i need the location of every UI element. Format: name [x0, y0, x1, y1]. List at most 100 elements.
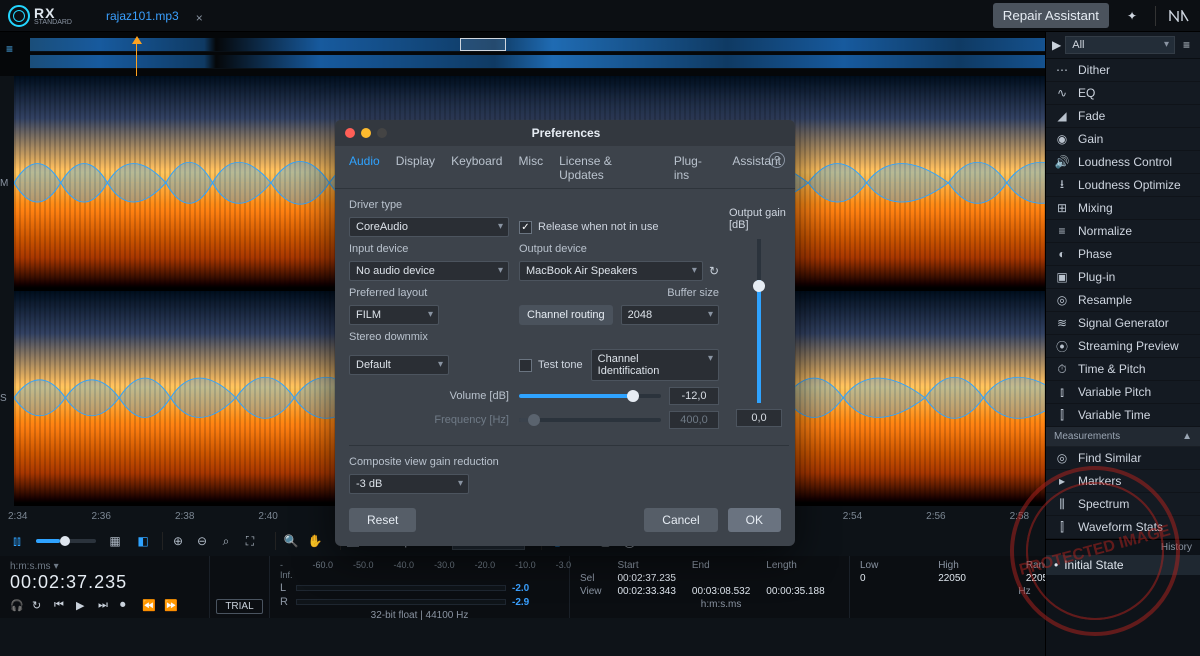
hand-tool-icon[interactable]: ✋	[306, 532, 324, 550]
measurements-list: ◎Find Similar▸Markers⫼Spectrum⫿Waveform …	[1046, 447, 1200, 539]
output-gain-value[interactable]: 0,0	[736, 409, 782, 427]
zoom-tool-icon[interactable]: 🔍	[282, 532, 300, 550]
input-device-select[interactable]: No audio device	[349, 261, 509, 281]
meter-r	[296, 599, 506, 605]
waveform-mode-icon[interactable]: ⫾⫾	[8, 532, 26, 550]
prefs-tab-keyboard[interactable]: Keyboard	[451, 154, 502, 188]
volume-label: Volume [dB]	[349, 390, 509, 402]
skip-fwd-icon[interactable]: ⏭	[98, 599, 112, 612]
overview-toggle-icon[interactable]: ≡	[6, 42, 13, 56]
zoom-selection-icon[interactable]: ⌕	[217, 532, 235, 550]
module-signal-generator[interactable]: ≋Signal Generator	[1046, 312, 1200, 335]
channel-routing-button[interactable]: Channel routing	[519, 305, 613, 325]
module-variable-time[interactable]: ⫿Variable Time	[1046, 404, 1200, 427]
module-resample[interactable]: ◎Resample	[1046, 289, 1200, 312]
overview-selection[interactable]	[460, 38, 506, 51]
volume-value[interactable]: -12,0	[669, 387, 719, 405]
zoom-fit-icon[interactable]: ⛶	[241, 532, 259, 550]
module-phase[interactable]: ◐Phase	[1046, 243, 1200, 266]
reset-button[interactable]: Reset	[349, 508, 416, 532]
overview-channel-l[interactable]	[30, 38, 1192, 52]
ffwd-icon[interactable]: ⏩	[164, 599, 178, 612]
channel-m-label: M	[0, 178, 14, 189]
overview-waveform[interactable]: ≡	[0, 32, 1200, 76]
history-item[interactable]: •Initial State	[1046, 555, 1200, 575]
hamburger-icon[interactable]: ≡	[1179, 38, 1194, 52]
spectrogram-mode-icon[interactable]: ▦	[106, 532, 124, 550]
loop-icon[interactable]: ↻	[32, 599, 46, 612]
repair-assistant-button[interactable]: Repair Assistant	[993, 3, 1109, 28]
freq-value: 400,0	[669, 411, 719, 429]
composite-select[interactable]: -3 dB	[349, 474, 469, 494]
cancel-button[interactable]: Cancel	[644, 508, 717, 532]
zoom-in-icon[interactable]: ⊕	[169, 532, 187, 550]
release-checkbox[interactable]: ✓Release when not in use	[519, 221, 719, 234]
file-format-info: 32-bit float | 44100 Hz	[280, 610, 559, 621]
module-time-pitch[interactable]: ⏱Time & Pitch	[1046, 358, 1200, 381]
prefs-tab-display[interactable]: Display	[396, 154, 435, 188]
module-icon: ∿	[1054, 86, 1070, 100]
module-dither[interactable]: ⋯Dither	[1046, 59, 1200, 82]
rewind-icon[interactable]: ⏪	[142, 599, 156, 612]
module-mixing[interactable]: ⊞Mixing	[1046, 197, 1200, 220]
module-variable-pitch[interactable]: ⫾Variable Pitch	[1046, 381, 1200, 404]
measurement-markers[interactable]: ▸Markers	[1046, 470, 1200, 493]
assistant-icon[interactable]: ✦	[1119, 3, 1145, 29]
rx-ring-icon	[8, 5, 30, 27]
module-filter-select[interactable]: All	[1065, 36, 1175, 54]
opacity-slider[interactable]	[36, 539, 96, 543]
prefs-tab-license-updates[interactable]: License & Updates	[559, 154, 658, 188]
module-icon: ◎	[1054, 293, 1070, 307]
module-icon: ⫿	[1054, 408, 1070, 423]
play-icon[interactable]: ▶	[76, 599, 90, 612]
module-fade[interactable]: ◢Fade	[1046, 105, 1200, 128]
measurement-find-similar[interactable]: ◎Find Similar	[1046, 447, 1200, 470]
close-icon[interactable]: ×	[196, 11, 203, 25]
driver-type-select[interactable]: CoreAudio	[349, 217, 509, 237]
layout-select[interactable]: FILM	[349, 305, 439, 325]
module-eq[interactable]: ∿EQ	[1046, 82, 1200, 105]
prefs-tab-audio[interactable]: Audio	[349, 154, 380, 188]
measurements-header[interactable]: Measurements▲	[1046, 427, 1200, 447]
history-header: History	[1046, 540, 1200, 555]
headphones-icon[interactable]: 🎧	[10, 599, 24, 612]
prefs-tab-assistant[interactable]: Assistant	[732, 154, 781, 188]
product-edition: STANDARD	[34, 19, 72, 26]
downmix-select[interactable]: Default	[349, 355, 449, 375]
module-loudness-optimize[interactable]: ⭳Loudness Optimize	[1046, 174, 1200, 197]
buffer-select[interactable]: 2048	[621, 305, 719, 325]
prefs-tab-misc[interactable]: Misc	[518, 154, 543, 188]
module-plug-in[interactable]: ▣Plug-in	[1046, 266, 1200, 289]
module-streaming-preview[interactable]: ⦿Streaming Preview	[1046, 335, 1200, 358]
meter-r-value: -2.9	[512, 597, 529, 608]
refresh-icon[interactable]: ↻	[709, 264, 719, 278]
file-tab[interactable]: rajaz101.mp3 ×	[102, 1, 209, 31]
separator	[1155, 6, 1156, 26]
prefs-tab-plug-ins[interactable]: Plug-ins	[674, 154, 716, 188]
output-gain-slider[interactable]	[757, 239, 761, 403]
preferences-dialog: Preferences ? AudioDisplayKeyboardMiscLi…	[335, 120, 795, 546]
module-normalize[interactable]: ≡Normalize	[1046, 220, 1200, 243]
app-header: RX STANDARD rajaz101.mp3 × Repair Assist…	[0, 0, 1200, 32]
time-format-label[interactable]: h:m:s.ms	[10, 561, 51, 572]
play-module-icon[interactable]: ▶	[1052, 38, 1061, 52]
module-gain[interactable]: ◉Gain	[1046, 128, 1200, 151]
volume-slider[interactable]	[519, 394, 661, 398]
output-device-label: Output device	[519, 243, 719, 255]
testtone-checkbox[interactable]: Test tone	[519, 359, 583, 372]
file-tab-label: rajaz101.mp3	[106, 9, 179, 23]
dialog-titlebar[interactable]: Preferences	[335, 120, 795, 146]
driver-type-label: Driver type	[349, 199, 509, 211]
layer-icon[interactable]: ◧	[134, 532, 152, 550]
measurement-waveform-stats[interactable]: ⫿Waveform Stats	[1046, 516, 1200, 539]
measurement-spectrum[interactable]: ⫼Spectrum	[1046, 493, 1200, 516]
playhead-marker-icon[interactable]	[132, 36, 142, 44]
zoom-out-icon[interactable]: ⊖	[193, 532, 211, 550]
module-loudness-control[interactable]: 🔊Loudness Control	[1046, 151, 1200, 174]
output-device-select[interactable]: MacBook Air Speakers	[519, 261, 703, 281]
skip-back-icon[interactable]: ⏮	[54, 599, 68, 612]
record-icon[interactable]: ⏺	[120, 599, 134, 612]
ok-button[interactable]: OK	[728, 508, 781, 532]
overview-channel-r[interactable]	[30, 55, 1192, 69]
testtone-mode-select[interactable]: Channel Identification	[591, 349, 719, 381]
